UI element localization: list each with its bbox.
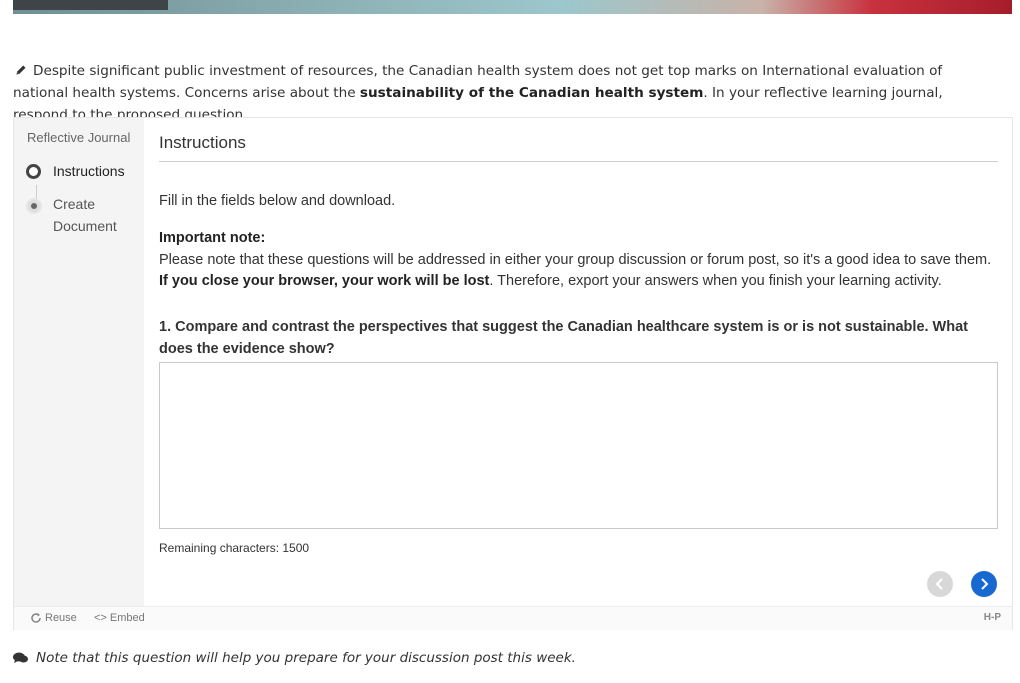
reuse-button[interactable]: Reuse (30, 612, 77, 624)
remaining-characters: Remaining characters: 1500 (159, 541, 310, 555)
question-label: 1. Compare and contrast the perspectives… (159, 319, 968, 357)
code-icon: <> (94, 612, 107, 624)
upcoming-step-icon (26, 198, 42, 214)
page-title: Instructions (159, 133, 246, 152)
header-banner-tab (13, 0, 168, 10)
important-note-label: Important note: (159, 230, 266, 246)
sidebar-item-label: Create Document (53, 196, 117, 234)
bottom-note-text: Note that this question will help you pr… (36, 650, 576, 666)
h5p-reflective-journal: Reflective Journal Instructions Create D… (13, 117, 1013, 630)
chevron-left-icon (935, 578, 943, 590)
fill-instruction: Fill in the fields below and download. (159, 193, 396, 209)
important-note: Important note: Please note that these q… (159, 228, 999, 293)
important-note-text: Please note that these questions will be… (159, 251, 992, 268)
step-connector (36, 185, 37, 199)
warning-bold-text: If you close your browser, your work wil… (159, 273, 490, 289)
previous-button[interactable] (927, 571, 953, 597)
intro-bold-text: sustainability of the Canadian health sy… (359, 85, 704, 101)
answer-textarea[interactable] (159, 362, 998, 529)
pencil-icon (16, 65, 26, 75)
embed-button[interactable]: <> Embed (94, 612, 145, 624)
warning-text: . Therefore, export your answers when yo… (489, 273, 942, 289)
next-button[interactable] (971, 571, 997, 597)
embed-label: Embed (109, 612, 145, 624)
reuse-label: Reuse (45, 612, 77, 624)
chevron-right-icon (981, 578, 989, 590)
current-step-icon (26, 164, 41, 179)
sidebar-item-label: Instructions (53, 163, 125, 179)
comments-icon (13, 652, 28, 663)
title-divider (159, 161, 998, 162)
refresh-icon (31, 613, 41, 623)
bottom-note: Note that this question will help you pr… (13, 650, 576, 666)
sidebar: Reflective Journal Instructions Create D… (14, 118, 144, 606)
h5p-footer: Reuse <> Embed H-P (14, 606, 1012, 630)
h5p-logo[interactable]: H-P (984, 612, 1001, 623)
sidebar-title: Reflective Journal (27, 130, 131, 145)
